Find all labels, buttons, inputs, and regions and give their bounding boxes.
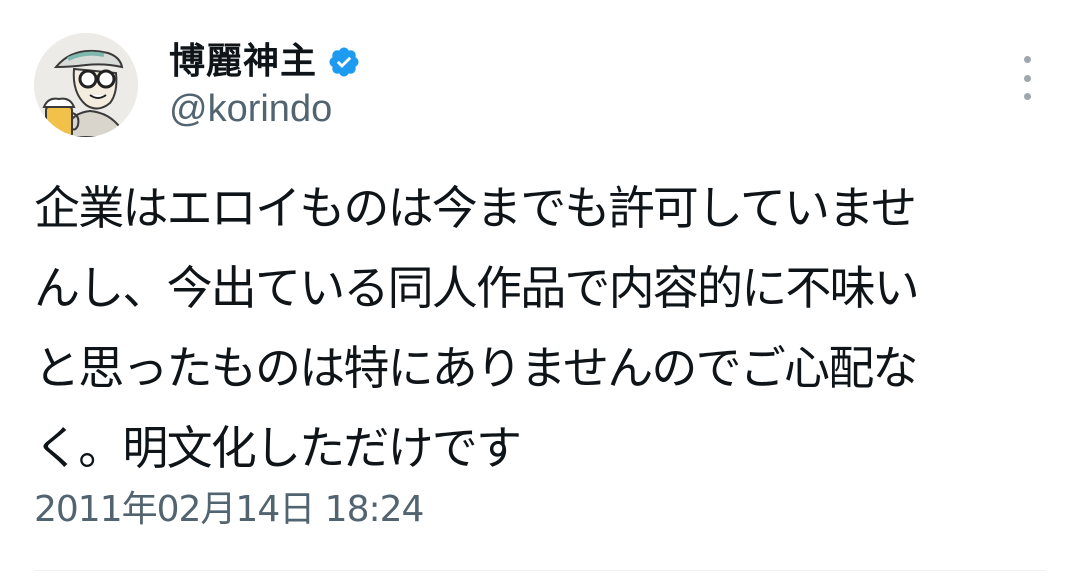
tweet-text-line: く。明文化しただけです <box>34 421 522 475</box>
tweet-text: 企業はエロイものは今までも許可していませ んし、今出ている同人作品で内容的に不味… <box>34 168 1044 488</box>
author-display-name[interactable]: 博麗神主 <box>169 44 317 80</box>
author-handle[interactable]: @korindo <box>169 90 332 128</box>
tweet: 博麗神主 @korindo 企業はエロイものは今までも許可していませ んし、今出… <box>0 0 1080 584</box>
verified-badge-icon <box>327 45 361 79</box>
more-vertical-icon[interactable] <box>1012 56 1042 100</box>
tweet-text-line: んし、今出ている同人作品で内容的に不味い <box>34 261 920 315</box>
more-dot <box>1023 56 1031 63</box>
more-dot <box>1023 93 1031 100</box>
tweet-text-line: 企業はエロイものは今までも許可していませ <box>34 181 917 235</box>
author-name-row[interactable]: 博麗神主 <box>169 36 361 88</box>
divider <box>34 570 1046 571</box>
more-dot <box>1023 74 1031 82</box>
tweet-text-line: と思ったものは特にありませんのでご心配な <box>34 341 918 395</box>
tweet-timestamp[interactable]: 2011年02月14日 18:24 <box>34 488 424 531</box>
avatar-illustration <box>34 33 138 137</box>
avatar[interactable] <box>34 33 138 137</box>
